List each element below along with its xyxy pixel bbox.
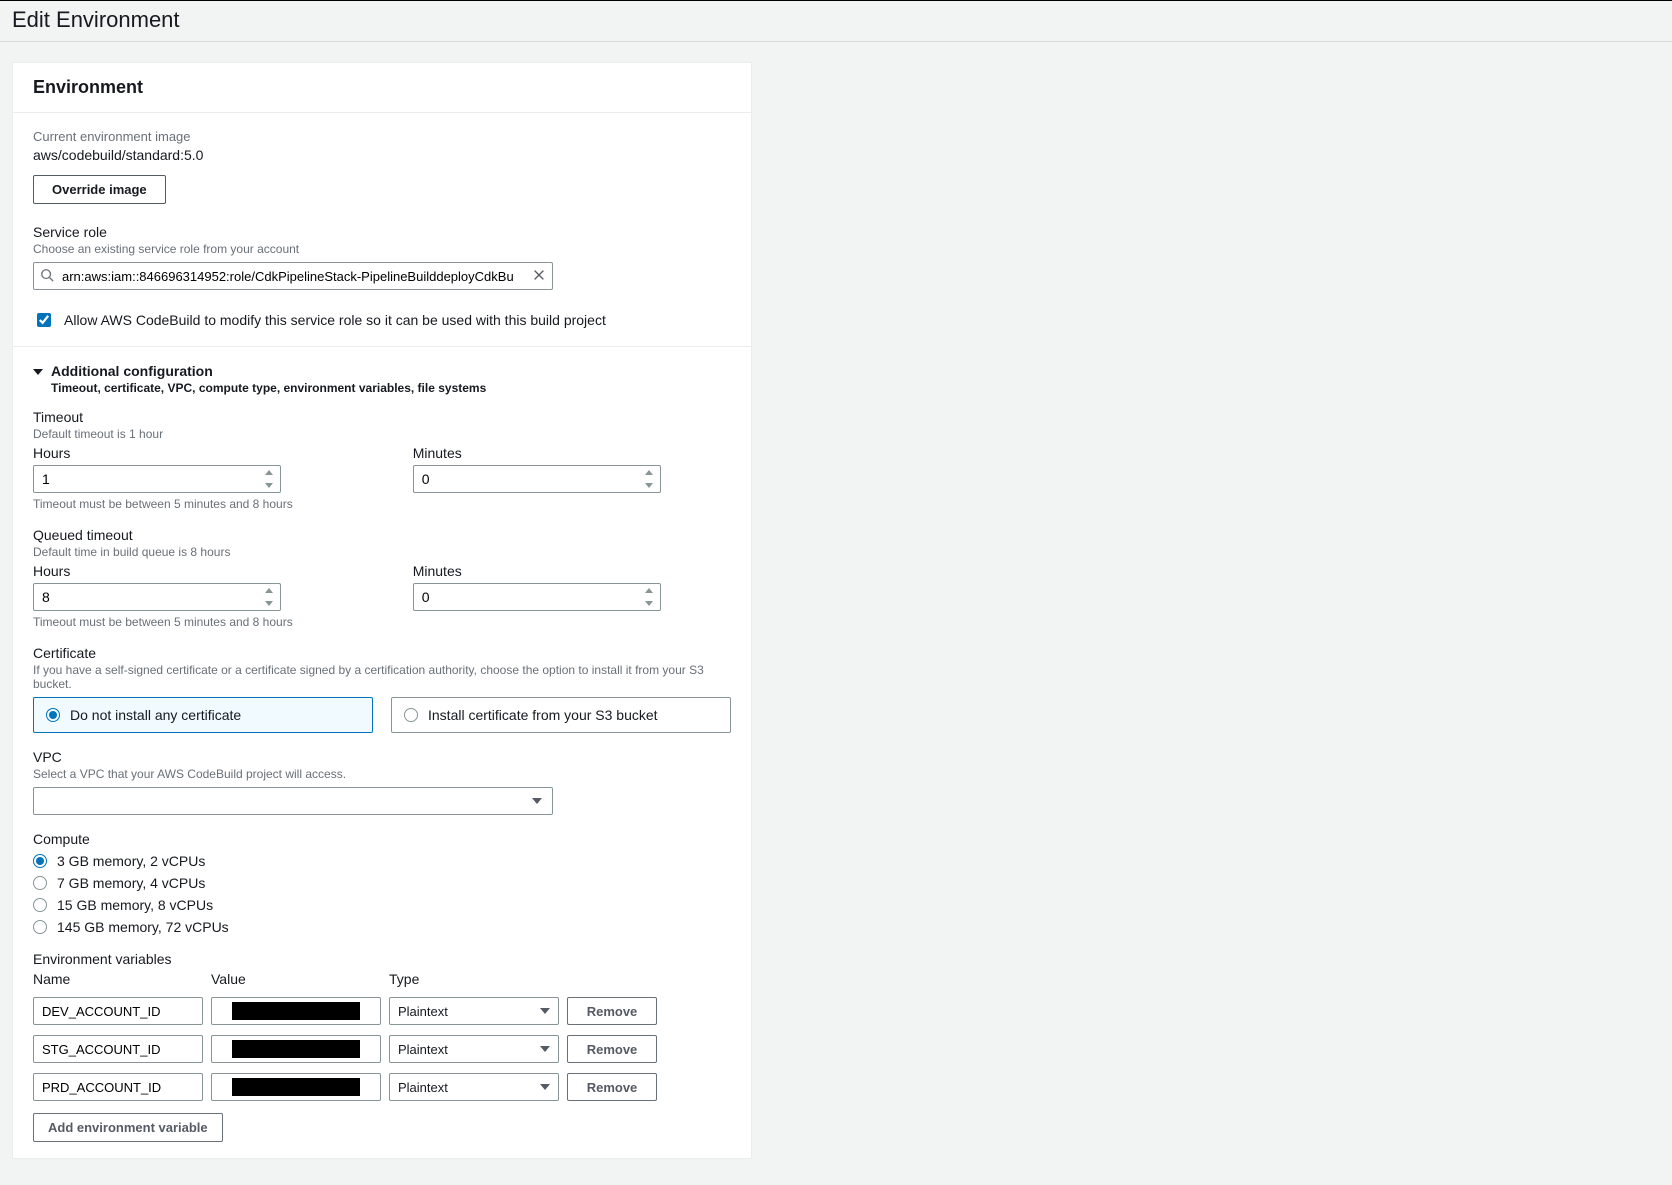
env-col-type: Type [389, 971, 559, 987]
remove-env-button[interactable]: Remove [567, 1035, 657, 1063]
env-name-input[interactable] [33, 1035, 203, 1063]
stepper-icon[interactable] [263, 588, 275, 606]
compute-option-1-label: 7 GB memory, 4 vCPUs [57, 875, 205, 891]
env-value-input[interactable] [211, 1073, 381, 1101]
radio-icon [46, 708, 60, 722]
service-role-label: Service role [33, 224, 731, 240]
env-value-input[interactable] [211, 1035, 381, 1063]
radio-icon [404, 708, 418, 722]
env-name-input[interactable] [33, 1073, 203, 1101]
queued-hours-input[interactable] [33, 583, 281, 611]
timeout-footer: Timeout must be between 5 minutes and 8 … [33, 497, 293, 511]
caret-down-icon [540, 1084, 550, 1090]
cert-label: Certificate [33, 645, 731, 661]
radio-icon [33, 854, 47, 868]
queued-hours-label: Hours [33, 563, 293, 579]
cert-option-none-label: Do not install any certificate [70, 707, 241, 723]
env-type-value: Plaintext [398, 1080, 448, 1095]
queued-help: Default time in build queue is 8 hours [33, 545, 731, 559]
stepper-icon[interactable] [643, 588, 655, 606]
env-type-value: Plaintext [398, 1042, 448, 1057]
queued-minutes-label: Minutes [413, 563, 661, 579]
remove-env-button[interactable]: Remove [567, 997, 657, 1025]
queued-footer: Timeout must be between 5 minutes and 8 … [33, 615, 293, 629]
radio-icon [33, 876, 47, 890]
timeout-minutes-label: Minutes [413, 445, 661, 461]
vpc-select[interactable] [33, 787, 553, 815]
env-value-input[interactable] [211, 997, 381, 1025]
env-name-input[interactable] [33, 997, 203, 1025]
env-type-select[interactable]: Plaintext [389, 1035, 559, 1063]
stepper-icon[interactable] [643, 470, 655, 488]
env-label: Environment variables [33, 951, 731, 967]
radio-icon [33, 898, 47, 912]
additional-config-toggle[interactable]: Additional configuration Timeout, certif… [33, 363, 731, 395]
caret-down-icon [33, 369, 43, 375]
vpc-label: VPC [33, 749, 731, 765]
compute-option-0-label: 3 GB memory, 2 vCPUs [57, 853, 205, 869]
cert-option-none[interactable]: Do not install any certificate [33, 697, 373, 733]
remove-env-button[interactable]: Remove [567, 1073, 657, 1101]
service-role-input[interactable] [33, 262, 553, 290]
service-role-help: Choose an existing service role from you… [33, 242, 731, 256]
vpc-help: Select a VPC that your AWS CodeBuild pro… [33, 767, 731, 781]
current-image-label: Current environment image [33, 129, 731, 144]
redacted-block [232, 1040, 360, 1058]
env-type-select[interactable]: Plaintext [389, 997, 559, 1025]
timeout-label: Timeout [33, 409, 731, 425]
timeout-hours-input[interactable] [33, 465, 281, 493]
override-image-button[interactable]: Override image [33, 175, 166, 204]
allow-modify-checkbox[interactable] [37, 313, 51, 327]
compute-option-0[interactable]: 3 GB memory, 2 vCPUs [33, 853, 731, 869]
cert-help: If you have a self-signed certificate or… [33, 663, 731, 691]
env-type-select[interactable]: Plaintext [389, 1073, 559, 1101]
allow-modify-label: Allow AWS CodeBuild to modify this servi… [64, 312, 606, 328]
queued-minutes-input[interactable] [413, 583, 661, 611]
additional-config-title: Additional configuration [51, 363, 486, 379]
additional-config-subtitle: Timeout, certificate, VPC, compute type,… [51, 381, 486, 395]
compute-option-2[interactable]: 15 GB memory, 8 vCPUs [33, 897, 731, 913]
compute-option-2-label: 15 GB memory, 8 vCPUs [57, 897, 213, 913]
env-col-value: Value [211, 971, 381, 987]
cert-option-s3-label: Install certificate from your S3 bucket [428, 707, 658, 723]
search-icon [40, 268, 54, 282]
caret-down-icon [540, 1046, 550, 1052]
current-image-value: aws/codebuild/standard:5.0 [33, 147, 731, 163]
compute-option-1[interactable]: 7 GB memory, 4 vCPUs [33, 875, 731, 891]
page-title: Edit Environment [12, 7, 1660, 33]
env-type-value: Plaintext [398, 1004, 448, 1019]
redacted-block [232, 1078, 360, 1096]
compute-option-3-label: 145 GB memory, 72 vCPUs [57, 919, 229, 935]
timeout-minutes-input[interactable] [413, 465, 661, 493]
cert-option-s3[interactable]: Install certificate from your S3 bucket [391, 697, 731, 733]
panel-title: Environment [33, 77, 731, 98]
timeout-hours-label: Hours [33, 445, 293, 461]
compute-option-3[interactable]: 145 GB memory, 72 vCPUs [33, 919, 731, 935]
env-col-name: Name [33, 971, 203, 987]
stepper-icon[interactable] [263, 470, 275, 488]
timeout-help: Default timeout is 1 hour [33, 427, 731, 441]
caret-down-icon [532, 798, 542, 804]
add-env-variable-button[interactable]: Add environment variable [33, 1113, 223, 1142]
caret-down-icon [540, 1008, 550, 1014]
redacted-block [232, 1002, 360, 1020]
queued-label: Queued timeout [33, 527, 731, 543]
radio-icon [33, 920, 47, 934]
clear-icon[interactable] [532, 268, 546, 282]
compute-label: Compute [33, 831, 731, 847]
